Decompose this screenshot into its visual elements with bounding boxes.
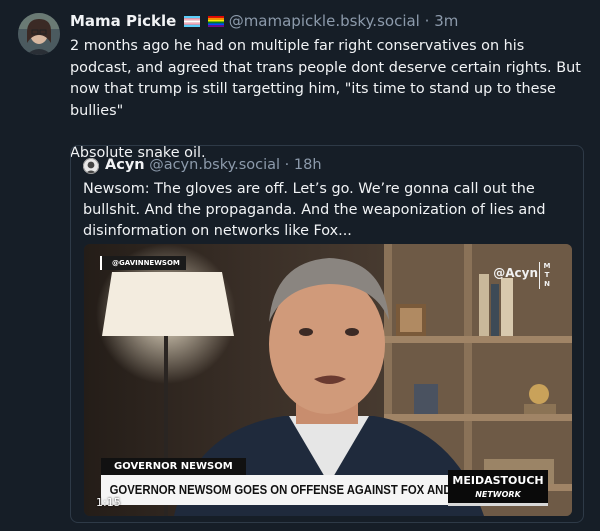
author-name[interactable]: Mama Pickle [70,12,176,30]
post-timestamp[interactable]: 3m [434,12,458,30]
video-player[interactable]: @GAVINNEWSOM @Acyn M T N GOVERNOR NEWSOM… [84,244,572,516]
network-name: MEIDASTOUCH [452,474,544,487]
quoted-post-text: Newsom: The gloves are off. Let’s go. We… [83,181,546,239]
video-duration: 1:15 [96,496,121,509]
rainbow-flag-icon [207,13,224,31]
separator-dot: · [424,12,430,30]
network-logo: MEIDASTOUCH NETWORK [448,470,548,506]
lower-third-tag: GOVERNOR NEWSOM [101,458,246,475]
network-subtitle: NETWORK [475,490,521,499]
post: Mama Pickle @mamapickle.bsky.social · 3m [0,0,600,531]
watermark: @Acyn [493,266,538,280]
quoted-author-name[interactable]: Acyn [105,157,145,173]
mtn-logo: M T N [539,262,552,289]
quoted-author-handle[interactable]: @acyn.bsky.social [149,157,280,173]
quoted-post-timestamp[interactable]: 18h [294,157,322,173]
source-handle-tag: @GAVINNEWSOM [100,256,186,270]
separator-dot: · [284,157,290,173]
author-avatar[interactable] [18,13,60,55]
post-header: Mama Pickle @mamapickle.bsky.social · 3m [70,12,458,31]
lower-third-headline: GOVERNOR NEWSOM GOES ON OFFENSE AGAINST … [101,475,449,505]
author-handle[interactable]: @mamapickle.bsky.social [229,12,420,30]
quoted-post-header: Acyn @acyn.bsky.social · 18h [105,157,322,173]
quoted-author-avatar[interactable] [83,158,99,174]
post-paragraph: 2 months ago he had on multiple far righ… [70,38,581,119]
quoted-post[interactable]: Acyn @acyn.bsky.social · 18h Newsom: The… [70,145,584,523]
trans-flag-icon [184,13,201,31]
